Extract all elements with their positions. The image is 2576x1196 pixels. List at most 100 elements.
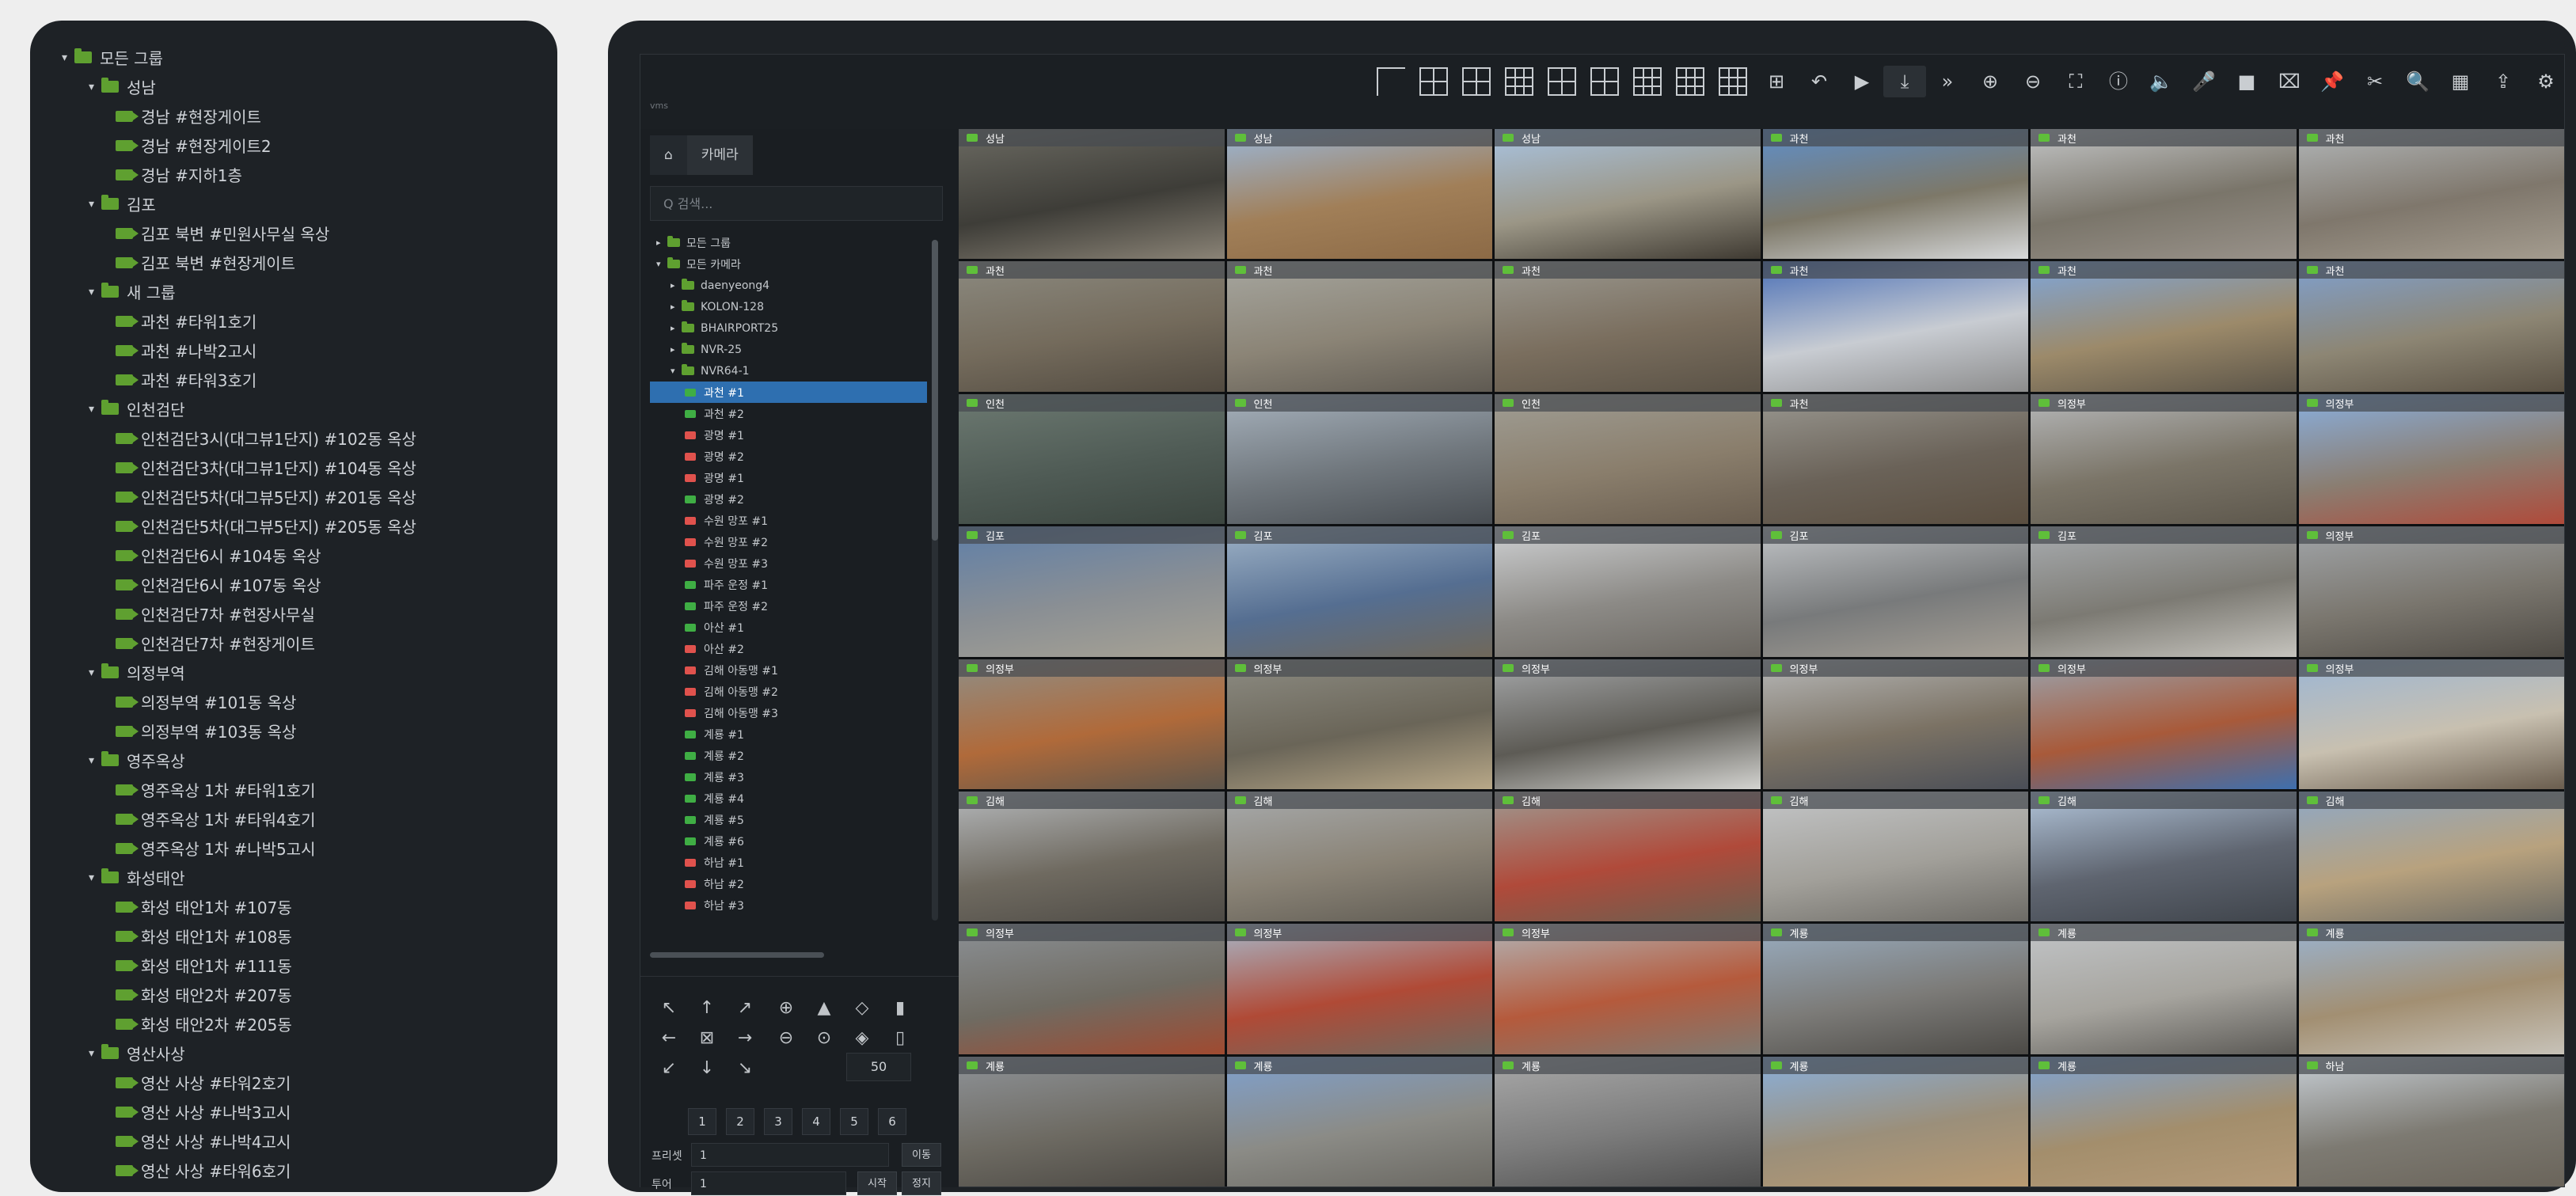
expand-arrow-icon[interactable]: ▾ [62,51,74,64]
expand-arrow-icon[interactable]: ▾ [89,871,101,884]
expand-arrow-icon[interactable]: ▾ [89,198,101,211]
tree-camera-item[interactable]: 김해 아동맹 #2 [650,681,927,702]
camera-video-tile[interactable]: 의정부 [1762,659,2028,789]
export-icon[interactable]: ⇪ [2482,66,2525,97]
info-icon[interactable]: ⓘ [2097,66,2140,97]
group-camera-item[interactable]: 화성 태안1차 #107동 [62,892,557,921]
zoom-in-icon[interactable]: ⊕ [1969,66,2012,97]
search-icon[interactable]: 🔍 [2396,66,2439,97]
expand-arrow-icon[interactable]: ▾ [89,1047,101,1060]
camera-video-tile[interactable]: 김포 [1226,526,1492,657]
group-camera-item[interactable]: 화성 태안1차 #108동 [62,921,557,951]
ptz-speed-spinner[interactable]: 50 [846,1053,911,1081]
group-camera-item[interactable]: 인천검단3시(대그뷰1단지) #102동 옥상 [62,423,557,453]
pin-icon[interactable]: 📌 [2311,66,2354,97]
camera-video-tile[interactable]: 의정부 [959,924,1225,1054]
layout-5x5-icon[interactable] [1676,67,1704,96]
camera-video-tile[interactable]: 김해 [1226,791,1492,922]
camera-video-tile[interactable]: 김해 [2031,791,2297,922]
camera-video-tile[interactable]: 계룡 [1762,1056,2028,1187]
tree-camera-item[interactable]: 수원 망포 #2 [650,531,927,552]
group-camera-item[interactable]: 화성 태안1차 #111동 [62,951,557,980]
camera-video-tile[interactable]: 과천 [1762,393,2028,525]
group-camera-item[interactable]: 영주옥상 1차 #나박5고시 [62,833,557,863]
tree-camera-item[interactable]: 광명 #2 [650,446,927,467]
tree-camera-item[interactable]: 수원 망포 #1 [650,510,927,531]
group-camera-item[interactable]: 의정부역 #103동 옥상 [62,716,557,746]
preset-2-button[interactable]: 2 [726,1108,754,1135]
preset-select[interactable]: 1 [691,1143,889,1167]
camera-video-tile[interactable]: 김포 [1762,526,2028,657]
preset-go-button[interactable]: 이동 [902,1143,941,1167]
camera-video-tile[interactable]: 의정부 [1495,659,1761,789]
tree-folder-item[interactable]: ▸ NVR-25 [650,339,927,360]
layout-3x3-icon[interactable] [1505,67,1533,96]
camera-video-tile[interactable]: 과천 [2298,261,2564,392]
layout-1p5-icon[interactable] [1462,67,1491,96]
group-folder-item[interactable]: ▾ 김포 [62,189,557,218]
unpin-icon[interactable]: ✂ [2354,66,2396,97]
tree-camera-item[interactable]: 계룡 #3 [650,766,927,788]
group-camera-item[interactable]: 인천검단3차(대그뷰1단지) #104동 옥상 [62,453,557,482]
group-camera-item[interactable]: 영주옥상 1차 #타워4호기 [62,804,557,833]
ptz-down-left-button[interactable]: ↙ [653,1053,685,1084]
tree-camera-item[interactable]: 광명 #1 [650,467,927,488]
undo-icon[interactable]: ↶ [1798,66,1841,97]
light-on-icon[interactable]: ▮ [884,993,916,1024]
group-folder-item[interactable]: ▾ 성남 [62,72,557,101]
tree-folder-item[interactable]: ▸ KOLON-128 [650,296,927,317]
settings-icon[interactable]: ⚙ [2525,66,2567,97]
layout-icon[interactable]: ▦ [2439,66,2482,97]
group-camera-item[interactable]: 화성 태안2차 #205동 [62,1009,557,1038]
expand-arrow-icon[interactable]: ▾ [89,754,101,767]
camera-video-tile[interactable]: 의정부 [1226,924,1492,1054]
ptz-up-left-button[interactable]: ↖ [653,993,685,1024]
group-folder-item[interactable]: ▾ 의정부역 [62,658,557,687]
camera-video-tile[interactable]: 인천 [1495,393,1761,525]
group-camera-item[interactable]: 영산 사상 #나박3고시 [62,1097,557,1126]
record-icon[interactable]: ■ [2225,66,2268,97]
download-icon[interactable]: ⤓ [1883,66,1926,97]
group-camera-item[interactable]: 인천검단5차(대그뷰5단지) #205동 옥상 [62,511,557,541]
tree-camera-item[interactable]: 광명 #2 [650,488,927,510]
light-off-icon[interactable]: ▯ [884,1023,916,1054]
group-folder-item[interactable]: ▾ 새 그룹 [62,277,557,306]
group-camera-item[interactable]: 인천검단7차 #현장사무실 [62,599,557,628]
group-camera-item[interactable]: 인천검단7차 #현장게이트 [62,628,557,658]
group-camera-item[interactable]: 경남 #현장게이트 [62,101,557,131]
group-camera-item[interactable]: 경남 #지하1층 [62,160,557,189]
group-camera-item[interactable]: 김포 북변 #민원사무실 옥상 [62,218,557,248]
tree-camera-item[interactable]: 김해 아동맹 #1 [650,659,927,681]
preset-6-button[interactable]: 6 [878,1108,906,1135]
camera-video-tile[interactable]: 계룡 [2031,924,2297,1054]
camera-video-tile[interactable]: 계룡 [2031,1056,2297,1187]
camera-video-tile[interactable]: 과천 [959,261,1225,392]
group-folder-item[interactable]: ▾ 모든 그룹 [62,43,557,72]
layout-2x2-icon[interactable] [1419,67,1448,96]
tree-camera-item[interactable]: 광명 #1 [650,424,927,446]
group-camera-item[interactable]: 영산 사상 #타워6호기 [62,1156,557,1185]
camera-video-tile[interactable]: 계룡 [1762,924,2028,1054]
tree-camera-item[interactable]: 하남 #3 [650,894,927,916]
tree-camera-item[interactable]: 하남 #2 [650,873,927,894]
preset-3-button[interactable]: 3 [764,1108,792,1135]
camera-video-tile[interactable]: 의정부 [959,659,1225,789]
camera-video-tile[interactable]: 인천 [1226,393,1492,525]
ptz-right-button[interactable]: → [729,1023,761,1054]
forward-icon[interactable]: » [1926,66,1969,97]
ptz-down-button[interactable]: ↓ [691,1053,723,1084]
tree-camera-item[interactable]: 파주 운정 #2 [650,595,927,617]
focus-near-icon[interactable]: ▲ [808,993,840,1024]
play-icon[interactable]: ▶ [1841,66,1883,97]
expand-arrow-icon[interactable]: ▾ [656,259,667,269]
camera-video-tile[interactable]: 김해 [1762,791,2028,922]
tree-camera-item[interactable]: 계룡 #1 [650,723,927,745]
expand-arrow-icon[interactable]: ▸ [656,237,667,248]
expand-arrow-icon[interactable]: ▸ [671,280,682,290]
tree-folder-item[interactable]: ▾ NVR64-1 [650,360,927,382]
tree-camera-item[interactable]: 계룡 #2 [650,745,927,766]
layout-1p7-icon[interactable] [1548,67,1576,96]
layout-6x6-icon[interactable] [1719,67,1747,96]
iris-close-icon[interactable]: ◈ [846,1023,878,1054]
ptz-up-right-button[interactable]: ↗ [729,993,761,1024]
